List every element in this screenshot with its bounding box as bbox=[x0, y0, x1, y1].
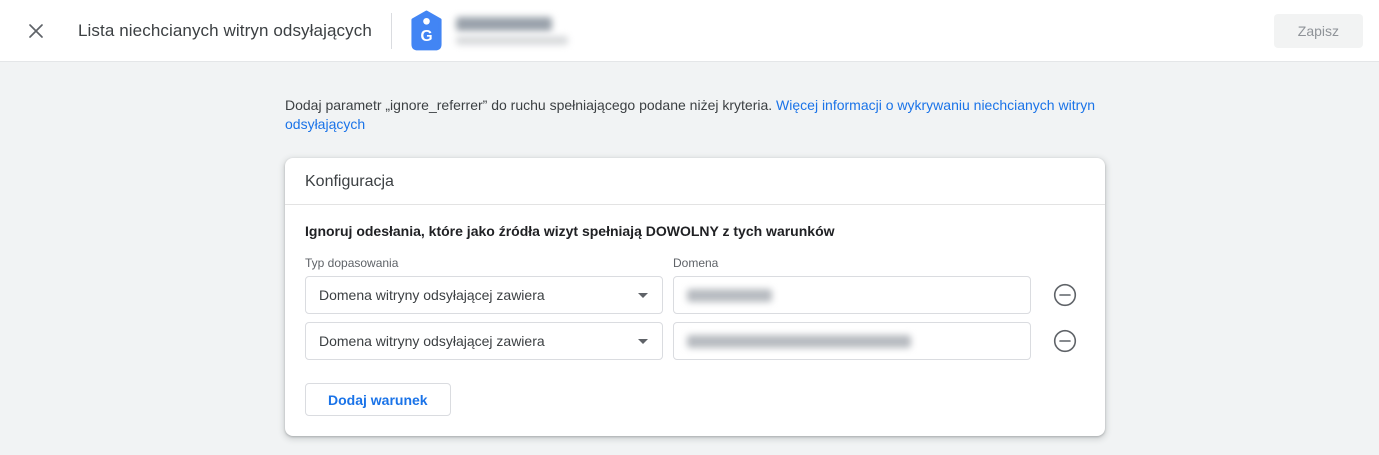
remove-circle-icon bbox=[1052, 328, 1078, 354]
close-icon bbox=[27, 22, 45, 40]
card-title: Konfiguracja bbox=[285, 158, 1105, 205]
page-description: Dodaj parametr „ignore_referrer” do ruch… bbox=[285, 96, 1105, 134]
top-bar: Lista niechcianych witryn odsyłających G… bbox=[0, 0, 1379, 62]
match-type-value: Domena witryny odsyłającej zawiera bbox=[319, 333, 545, 349]
page-title: Lista niechcianych witryn odsyłających bbox=[78, 20, 372, 40]
remove-condition-button[interactable] bbox=[1051, 281, 1079, 309]
domain-column-label: Domena bbox=[673, 256, 719, 270]
column-labels: Typ dopasowania Domena bbox=[305, 256, 1085, 270]
property-selector: G bbox=[409, 10, 568, 51]
property-name-block bbox=[455, 16, 568, 45]
description-text: Dodaj parametr „ignore_referrer” do ruch… bbox=[285, 97, 777, 113]
analytics-property-tag-icon: G bbox=[409, 10, 444, 51]
redacted-property-id bbox=[455, 35, 568, 45]
remove-circle-icon bbox=[1052, 282, 1078, 308]
add-condition-button[interactable]: Dodaj warunek bbox=[305, 383, 451, 416]
main-content: Dodaj parametr „ignore_referrer” do ruch… bbox=[0, 62, 1379, 436]
card-body: Ignoruj odesłania, które jako źródła wiz… bbox=[285, 205, 1105, 436]
condition-row: Domena witryny odsyłającej zawiera bbox=[305, 322, 1085, 360]
save-button[interactable]: Zapisz bbox=[1273, 13, 1363, 48]
svg-text:G: G bbox=[420, 28, 432, 45]
chevron-down-icon bbox=[638, 292, 648, 298]
match-type-select[interactable]: Domena witryny odsyłającej zawiera bbox=[305, 322, 663, 360]
redacted-property-name bbox=[455, 16, 552, 31]
domain-input[interactable] bbox=[673, 276, 1031, 314]
close-button[interactable] bbox=[20, 15, 52, 47]
configuration-card: Konfiguracja Ignoruj odesłania, które ja… bbox=[285, 158, 1105, 436]
domain-input[interactable] bbox=[673, 322, 1031, 360]
remove-condition-button[interactable] bbox=[1051, 327, 1079, 355]
condition-heading: Ignoruj odesłania, które jako źródła wiz… bbox=[305, 223, 835, 239]
match-type-value: Domena witryny odsyłającej zawiera bbox=[319, 287, 545, 303]
condition-row: Domena witryny odsyłającej zawiera bbox=[305, 276, 1085, 314]
match-type-column-label: Typ dopasowania bbox=[305, 256, 399, 270]
header-divider bbox=[390, 12, 392, 49]
redacted-domain-value bbox=[687, 288, 772, 302]
redacted-domain-value bbox=[687, 334, 911, 348]
chevron-down-icon bbox=[638, 338, 648, 344]
match-type-select[interactable]: Domena witryny odsyłającej zawiera bbox=[305, 276, 663, 314]
